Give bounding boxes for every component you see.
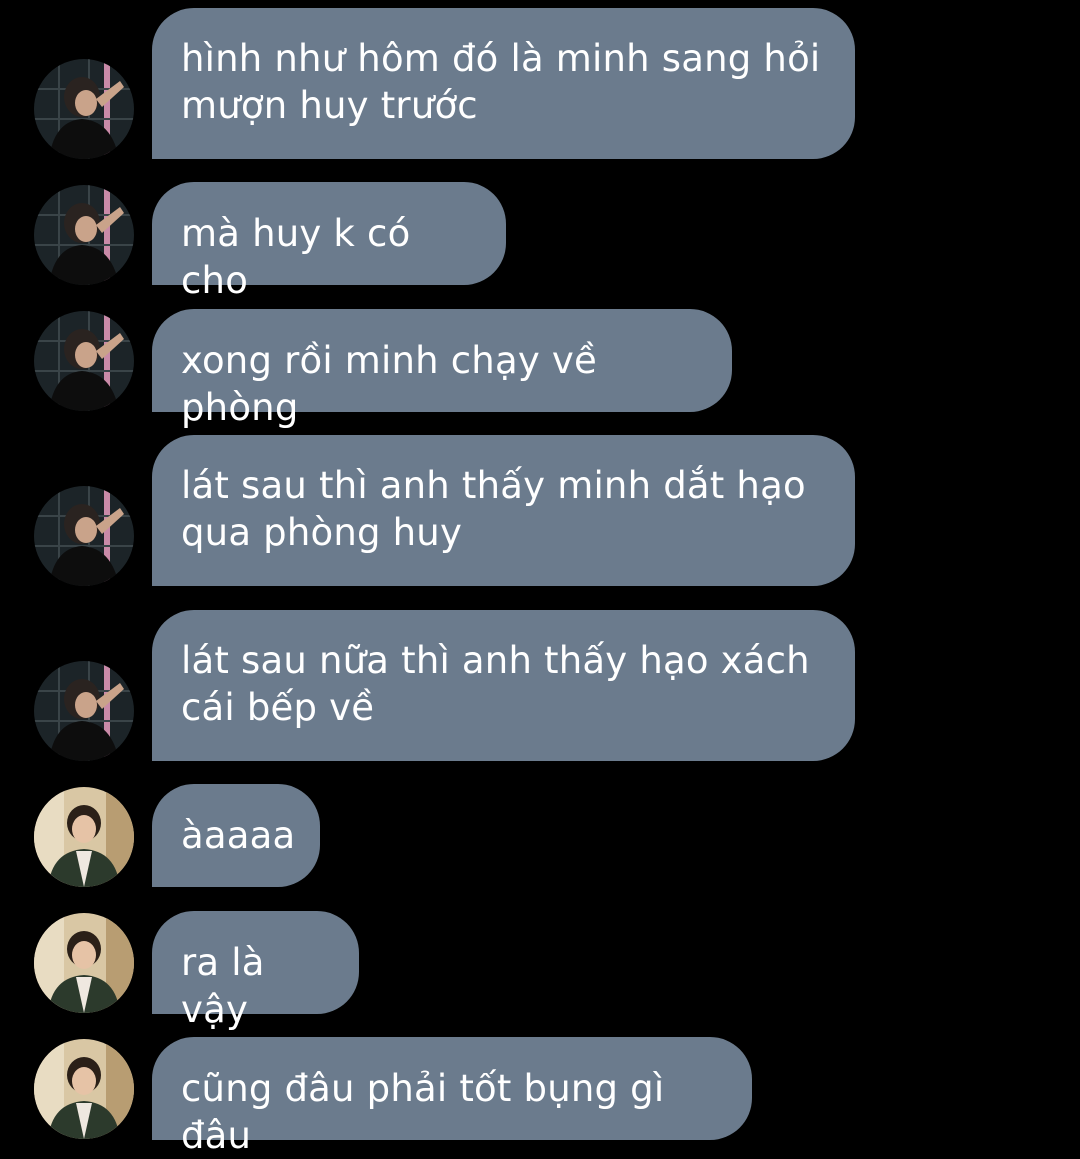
avatar[interactable]: [34, 185, 134, 285]
profile-photo-icon: [34, 787, 134, 887]
message-bubble[interactable]: cũng đâu phải tốt bụng gì đâu: [152, 1037, 752, 1157]
avatar[interactable]: [34, 311, 134, 411]
message-bubble[interactable]: ra là vậy: [152, 911, 359, 1031]
avatar[interactable]: [34, 661, 134, 761]
avatar[interactable]: [34, 1039, 134, 1139]
chat-thread: hình như hôm đó là minh sang hỏi mượn hu…: [0, 0, 1080, 1157]
message-bubble[interactable]: lát sau thì anh thấy minh dắt hạo qua ph…: [152, 435, 855, 586]
profile-photo-icon: [34, 185, 134, 285]
profile-photo-icon: [34, 913, 134, 1013]
message-bubble[interactable]: àaaaa: [152, 784, 320, 887]
avatar[interactable]: [34, 913, 134, 1013]
message-bubble[interactable]: mà huy k có cho: [152, 182, 506, 302]
profile-photo-icon: [34, 59, 134, 159]
profile-photo-icon: [34, 1039, 134, 1139]
message-bubble[interactable]: lát sau nữa thì anh thấy hạo xách cái bế…: [152, 610, 855, 761]
profile-photo-icon: [34, 486, 134, 586]
message-bubble[interactable]: xong rồi minh chạy về phòng: [152, 309, 732, 429]
message-bubble[interactable]: hình như hôm đó là minh sang hỏi mượn hu…: [152, 8, 855, 159]
avatar[interactable]: [34, 486, 134, 586]
profile-photo-icon: [34, 311, 134, 411]
avatar[interactable]: [34, 59, 134, 159]
avatar[interactable]: [34, 787, 134, 887]
profile-photo-icon: [34, 661, 134, 761]
